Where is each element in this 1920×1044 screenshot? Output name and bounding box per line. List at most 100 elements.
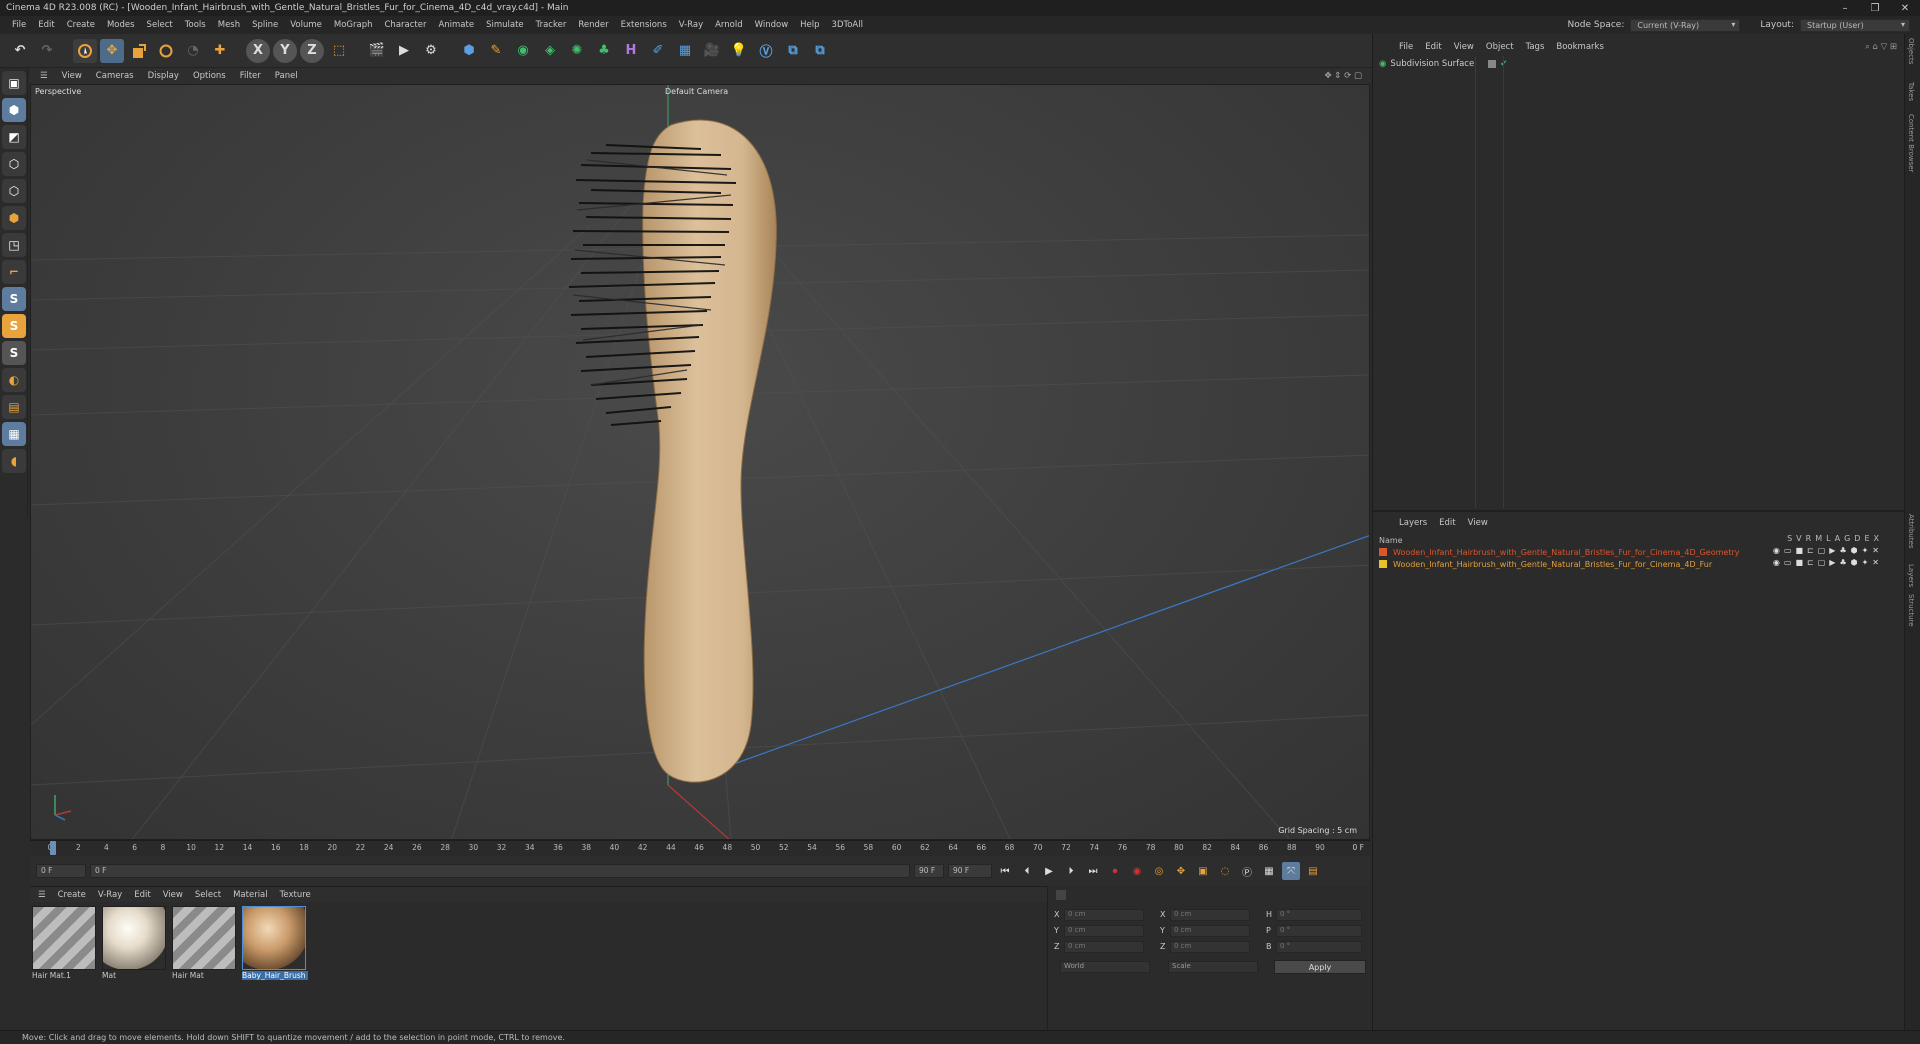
menu-mograph[interactable]: MoGraph [328, 20, 379, 30]
redo-icon[interactable]: ↷ [35, 39, 59, 63]
menu-mesh[interactable]: Mesh [212, 20, 246, 30]
floor-icon[interactable]: ▦ [673, 39, 697, 63]
menu-animate[interactable]: Animate [432, 20, 480, 30]
size-mode-dropdown[interactable]: Scale [1168, 961, 1258, 973]
light-icon[interactable]: 💡 [727, 39, 751, 63]
axis-mode-icon[interactable]: ⌐ [2, 260, 26, 284]
viewport-nav-icons[interactable]: ✥ ⇕ ⟳ ▢ [1324, 71, 1362, 81]
python-icon[interactable]: ⧉ [781, 39, 805, 63]
recent-tools-icon[interactable]: ◔ [181, 39, 205, 63]
minimize-button[interactable]: – [1830, 0, 1860, 16]
rotation-p-field[interactable]: 0 ° [1276, 925, 1362, 937]
material-menu-select[interactable]: Select [195, 890, 221, 900]
position-y-field[interactable]: 0 cm [1064, 925, 1144, 937]
viewport-menu-filter[interactable]: Filter [240, 71, 261, 81]
material-menu-edit[interactable]: Edit [134, 890, 150, 900]
node-space-dropdown[interactable]: Current (V-Ray) [1630, 18, 1741, 32]
model-mode-icon[interactable]: ⬢ [2, 98, 26, 122]
menu-select[interactable]: Select [141, 20, 179, 30]
material-menu-view[interactable]: View [163, 890, 183, 900]
python2-icon[interactable]: ⧉ [808, 39, 832, 63]
material-item[interactable]: Mat [102, 906, 168, 984]
hairbrush-model[interactable] [568, 119, 777, 783]
object-menu-edit[interactable]: Edit [1425, 42, 1441, 52]
layer-menu-layers[interactable]: Layers [1399, 518, 1427, 528]
start-frame-field[interactable]: 0 F [90, 864, 910, 878]
key-rotation-icon[interactable]: ◌ [1216, 862, 1234, 880]
snap-icon[interactable]: S [2, 287, 26, 311]
menu-volume[interactable]: Volume [284, 20, 328, 30]
size-z-field[interactable]: 0 cm [1170, 941, 1250, 953]
viewport-menu-panel[interactable]: Panel [275, 71, 298, 81]
extrude-icon[interactable]: ◈ [538, 39, 562, 63]
quantize-icon[interactable]: S [2, 341, 26, 365]
key-pla-icon[interactable]: ▦ [1260, 862, 1278, 880]
make-editable-icon[interactable]: ▣ [2, 71, 26, 95]
menu-extensions[interactable]: Extensions [615, 20, 673, 30]
subdivision-icon[interactable]: ◉ [511, 39, 535, 63]
render-settings-icon[interactable]: ⚙ [419, 39, 443, 63]
transform-icon[interactable]: ✚ [208, 39, 232, 63]
close-button[interactable]: ✕ [1890, 0, 1920, 16]
autokey-icon[interactable]: ◉ [1128, 862, 1146, 880]
layout-dropdown[interactable]: Startup (User) [1800, 18, 1910, 32]
key-position-icon[interactable]: ✥ [1172, 862, 1190, 880]
hamburger-icon[interactable]: ☰ [38, 890, 46, 900]
move-icon[interactable]: ✥ [100, 38, 124, 63]
menu-vray[interactable]: V-Ray [673, 20, 709, 30]
menu-help[interactable]: Help [794, 20, 825, 30]
cloner-icon[interactable]: ✺ [565, 39, 589, 63]
object-menu-view[interactable]: View [1454, 42, 1474, 52]
layer-name[interactable]: Wooden_Infant_Hairbrush_with_Gentle_Natu… [1393, 548, 1740, 557]
vray-icon[interactable]: Ⓥ [754, 39, 778, 63]
viewport-menu-display[interactable]: Display [148, 71, 179, 81]
position-x-field[interactable]: 0 cm [1064, 909, 1144, 921]
viewport-menu-options[interactable]: Options [193, 71, 226, 81]
layer-row[interactable]: Wooden_Infant_Hairbrush_with_Gentle_Natu… [1379, 558, 1712, 570]
next-key-icon[interactable]: ⏵ [1062, 862, 1080, 880]
rotation-h-field[interactable]: 0 ° [1276, 909, 1362, 921]
material-menu-vray[interactable]: V-Ray [98, 890, 122, 900]
size-x-field[interactable]: 0 cm [1170, 909, 1250, 921]
key-param-icon[interactable]: Ⓟ [1238, 862, 1256, 880]
workplane-icon[interactable]: ◐ [2, 368, 26, 392]
snap-settings-icon[interactable]: S [2, 314, 26, 338]
points-mode-icon[interactable]: ⬡ [2, 152, 26, 176]
menu-create[interactable]: Create [61, 20, 101, 30]
end-frame-field[interactable]: 90 F [914, 864, 944, 878]
object-menu-file[interactable]: File [1399, 42, 1413, 52]
menu-simulate[interactable]: Simulate [480, 20, 530, 30]
hamburger-icon[interactable]: ☰ [40, 71, 48, 81]
layer-name[interactable]: Wooden_Infant_Hairbrush_with_Gentle_Natu… [1393, 560, 1712, 569]
rotate-icon[interactable] [154, 39, 178, 63]
scale-icon[interactable] [127, 39, 151, 63]
planar-workplane-icon[interactable]: ▦ [2, 422, 26, 446]
go-to-start-icon[interactable]: ⏮ [996, 862, 1014, 880]
material-item[interactable]: Hair Mat.1 [32, 906, 98, 984]
key-scale-icon[interactable]: ▣ [1194, 862, 1212, 880]
uv-mode-icon[interactable]: ◳ [2, 233, 26, 257]
go-to-end-icon[interactable]: ⏭ [1084, 862, 1102, 880]
rotation-b-field[interactable]: 0 ° [1276, 941, 1362, 953]
viewport-menu-cameras[interactable]: Cameras [96, 71, 134, 81]
layer-flags[interactable]: ◉ ▭ ■ ⊏ ▢ ▶ ♣ ⬢ ✦ ✕ [1773, 546, 1879, 555]
menu-render[interactable]: Render [572, 20, 614, 30]
menu-character[interactable]: Character [379, 20, 433, 30]
keyframe-selection-icon[interactable]: ◎ [1150, 862, 1168, 880]
position-z-field[interactable]: 0 cm [1064, 941, 1144, 953]
render-picture-viewer-icon[interactable]: ▶ [392, 39, 416, 63]
deformer-icon[interactable]: H [619, 39, 643, 63]
layer-row[interactable]: Wooden_Infant_Hairbrush_with_Gentle_Natu… [1379, 546, 1740, 558]
max-frame-field[interactable]: 90 F [948, 864, 992, 878]
side-tab-layers[interactable]: Layers [1907, 564, 1915, 587]
x-axis-icon[interactable]: X [246, 38, 270, 63]
material-menu-texture[interactable]: Texture [280, 890, 311, 900]
undo-icon[interactable]: ↶ [8, 39, 32, 63]
material-menu-material[interactable]: Material [233, 890, 268, 900]
side-tab-objects[interactable]: Objects [1907, 38, 1915, 64]
apply-button[interactable]: Apply [1274, 960, 1366, 974]
tweak-icon[interactable]: ◖ [2, 449, 26, 473]
z-axis-icon[interactable]: Z [300, 38, 324, 63]
y-axis-icon[interactable]: Y [273, 38, 297, 63]
coordinate-mode-dropdown[interactable]: World [1060, 961, 1150, 973]
